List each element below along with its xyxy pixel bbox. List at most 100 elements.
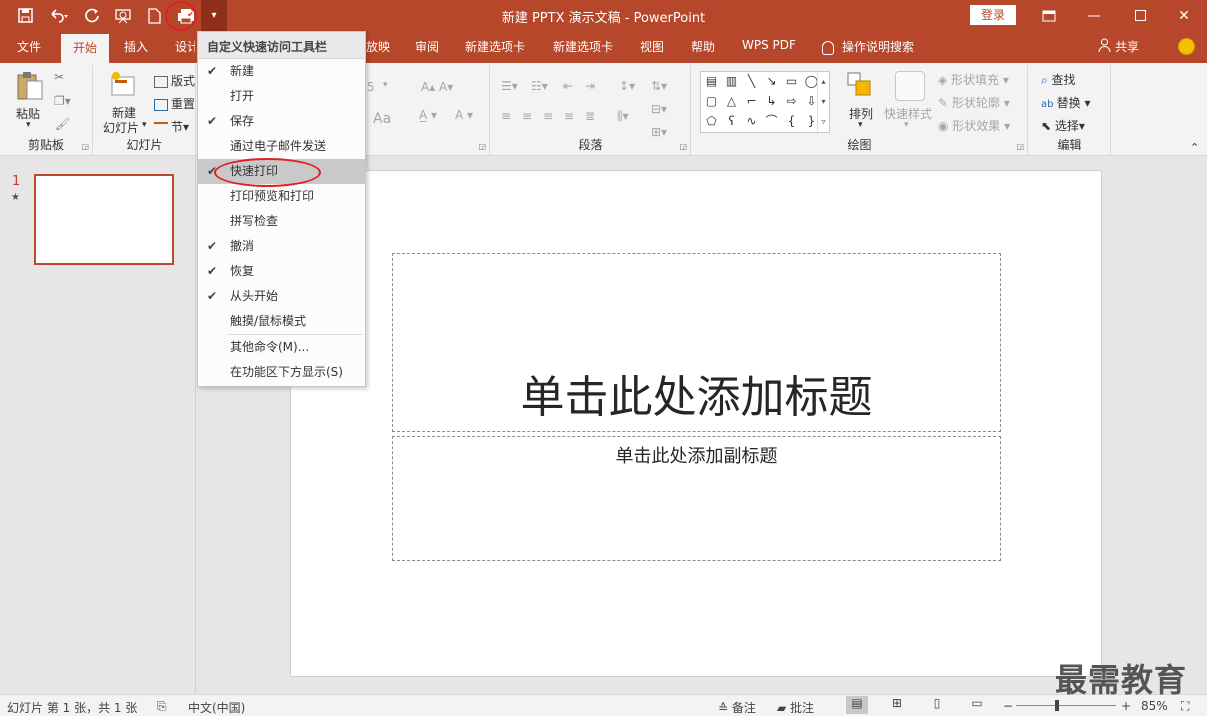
slideshow-view-icon[interactable]: ▭ bbox=[966, 696, 988, 714]
curve-icon[interactable]: ʕ bbox=[723, 114, 740, 129]
font-size-dropdown-icon[interactable]: ▾ bbox=[383, 80, 388, 90]
menu-item-more-commands[interactable]: 其他命令(M)... bbox=[198, 335, 365, 360]
collapse-ribbon-icon[interactable]: ⌃ bbox=[1190, 141, 1199, 154]
tab-file[interactable]: 文件 bbox=[17, 38, 41, 55]
tab-view[interactable]: 视图 bbox=[640, 38, 664, 55]
title-placeholder[interactable]: 单击此处添加标题 bbox=[392, 253, 1001, 432]
elbow-arrow-icon[interactable]: ↳ bbox=[763, 94, 780, 109]
tab-design[interactable]: 设计 bbox=[175, 38, 195, 55]
new-slide-label-2[interactable]: 幻灯片 bbox=[103, 119, 139, 136]
maximize-icon[interactable] bbox=[1117, 0, 1163, 31]
tab-slideshow[interactable]: 放映 bbox=[366, 38, 390, 55]
fit-to-window-icon[interactable]: ⛶ bbox=[1181, 699, 1189, 714]
increase-indent-icon[interactable]: ⇥ bbox=[585, 79, 595, 93]
pentagon-icon[interactable]: ⬠ bbox=[703, 114, 720, 129]
paste-dropdown-icon[interactable]: ▾ bbox=[26, 120, 31, 130]
justify-icon[interactable]: ≡ bbox=[564, 109, 574, 123]
menu-item-spelling[interactable]: 拼写检查 bbox=[198, 209, 365, 234]
close-icon[interactable]: ✕ bbox=[1161, 0, 1207, 31]
copy-icon[interactable]: ❐▾ bbox=[54, 94, 71, 108]
decrease-indent-icon[interactable]: ⇤ bbox=[563, 79, 573, 93]
menu-item-print-preview[interactable]: 打印预览和打印 bbox=[198, 184, 365, 209]
format-painter-icon[interactable]: 🖌 bbox=[55, 117, 70, 131]
rectangle-icon[interactable]: ▭ bbox=[783, 74, 800, 89]
replace-button[interactable]: ab 替换 ▾ bbox=[1041, 94, 1091, 111]
shapes-scroll[interactable]: ▴ ▾ ▿ bbox=[817, 72, 829, 132]
triangle-icon[interactable]: △ bbox=[723, 94, 740, 109]
section-button[interactable]: 节▾ bbox=[154, 118, 189, 135]
columns-icon[interactable]: ⫼▾ bbox=[617, 109, 629, 124]
numbering-icon[interactable]: ☷▾ bbox=[531, 79, 548, 93]
feedback-smiley-icon[interactable] bbox=[1178, 38, 1195, 55]
drawing-launcher-icon[interactable]: ◲ bbox=[1016, 142, 1024, 151]
arrow-line-icon[interactable]: ↘ bbox=[763, 74, 780, 89]
character-spacing-icon[interactable]: A̲ ▾ bbox=[419, 108, 437, 122]
tab-custom-1[interactable]: 新建选项卡 bbox=[465, 38, 525, 55]
menu-item-from-beginning[interactable]: ✔ 从头开始 bbox=[198, 284, 365, 309]
line-spacing-icon[interactable]: ↕▾ bbox=[619, 79, 635, 93]
quick-styles-dropdown-icon[interactable]: ▾ bbox=[904, 120, 909, 130]
text-direction-icon[interactable]: ⇅▾ bbox=[651, 79, 667, 93]
zoom-out-icon[interactable]: − bbox=[1003, 699, 1013, 713]
menu-item-touch-mode[interactable]: 触摸/鼠标模式 bbox=[198, 309, 365, 334]
zoom-in-icon[interactable]: + bbox=[1121, 699, 1131, 713]
layout-button[interactable]: 版式 bbox=[154, 72, 195, 89]
slide-thumbnail[interactable] bbox=[34, 174, 174, 265]
menu-item-save[interactable]: ✔ 保存 bbox=[198, 109, 365, 134]
menu-item-show-below-ribbon[interactable]: 在功能区下方显示(S) bbox=[198, 360, 365, 385]
distributed-icon[interactable]: ≣ bbox=[585, 109, 595, 123]
align-center-icon[interactable]: ≡ bbox=[522, 109, 532, 123]
tab-wps-pdf[interactable]: WPS PDF bbox=[742, 38, 796, 52]
elbow-connector-icon[interactable]: ⌐ bbox=[743, 94, 760, 109]
tell-me-search[interactable]: 操作说明搜索 bbox=[822, 38, 914, 55]
arrange-dropdown-icon[interactable]: ▾ bbox=[858, 120, 863, 130]
left-brace-icon[interactable]: { bbox=[783, 114, 800, 129]
arrange-icon[interactable] bbox=[846, 71, 874, 102]
rounded-rectangle-icon[interactable]: ▢ bbox=[703, 94, 720, 109]
share-button[interactable]: 共享 bbox=[1098, 38, 1139, 55]
align-right-icon[interactable]: ≡ bbox=[543, 109, 553, 123]
normal-view-icon[interactable]: ▤ bbox=[846, 696, 868, 714]
font-launcher-icon[interactable]: ◲ bbox=[478, 142, 486, 151]
font-size-field[interactable]: 5 bbox=[367, 80, 375, 94]
tab-custom-2[interactable]: 新建选项卡 bbox=[553, 38, 613, 55]
notes-button[interactable]: ≙ 备注 bbox=[718, 699, 756, 716]
quick-styles-icon[interactable] bbox=[895, 71, 925, 101]
line-icon[interactable]: ╲ bbox=[743, 74, 760, 89]
menu-item-open[interactable]: 打开 bbox=[198, 84, 365, 109]
spelling-check-icon[interactable]: ⎘ bbox=[157, 699, 167, 714]
shape-fill-button[interactable]: ◈ 形状填充 ▾ bbox=[938, 71, 1009, 88]
right-arrow-icon[interactable]: ⇨ bbox=[783, 94, 800, 109]
menu-item-redo[interactable]: ✔ 恢复 bbox=[198, 259, 365, 284]
select-button[interactable]: ⬉ 选择▾ bbox=[1041, 117, 1085, 134]
shape-effects-button[interactable]: ◉ 形状效果 ▾ bbox=[938, 117, 1010, 134]
font-color-icon[interactable]: A ▾ bbox=[455, 108, 473, 122]
menu-item-new[interactable]: ✔ 新建 bbox=[198, 59, 365, 84]
language-indicator[interactable]: 中文(中国) bbox=[188, 699, 245, 716]
zoom-slider-thumb[interactable] bbox=[1055, 700, 1059, 711]
tab-review[interactable]: 审阅 bbox=[415, 38, 439, 55]
menu-item-undo[interactable]: ✔ 撤消 bbox=[198, 234, 365, 259]
paragraph-launcher-icon[interactable]: ◲ bbox=[679, 142, 687, 151]
freeform-icon[interactable]: ∿ bbox=[743, 114, 760, 129]
slide-sorter-view-icon[interactable]: ⊞ bbox=[886, 696, 908, 714]
clipboard-launcher-icon[interactable]: ◲ bbox=[81, 142, 89, 151]
find-button[interactable]: ⌕ 查找 bbox=[1041, 71, 1076, 88]
zoom-slider-track[interactable] bbox=[1016, 705, 1116, 706]
tab-home[interactable]: 开始 bbox=[61, 34, 110, 63]
text-box-icon[interactable]: ▤ bbox=[703, 74, 720, 89]
new-slide-dropdown-icon[interactable]: ▾ bbox=[142, 120, 147, 130]
new-slide-icon[interactable] bbox=[110, 71, 138, 99]
paste-icon[interactable] bbox=[16, 71, 44, 101]
arc-icon[interactable]: ⌒ bbox=[763, 114, 780, 129]
reading-view-icon[interactable]: ▯ bbox=[926, 696, 948, 714]
align-text-icon[interactable]: ⊟▾ bbox=[651, 102, 667, 116]
change-case-button[interactable]: Aa bbox=[373, 111, 391, 127]
ribbon-display-options-icon[interactable] bbox=[1026, 0, 1072, 31]
subtitle-placeholder[interactable]: 单击此处添加副标题 bbox=[392, 436, 1001, 561]
shapes-gallery[interactable]: ▤ ▥ ╲ ↘ ▭ ◯ ▢ △ ⌐ ↳ ⇨ ⇩ ⬠ ʕ ∿ ⌒ { } ▴ ▾ ▿ bbox=[700, 71, 830, 133]
bullets-icon[interactable]: ☰▾ bbox=[501, 79, 518, 93]
zoom-level[interactable]: 85% bbox=[1141, 699, 1168, 713]
shape-outline-button[interactable]: ✎ 形状轮廓 ▾ bbox=[938, 94, 1010, 111]
align-left-icon[interactable]: ≡ bbox=[501, 109, 511, 123]
